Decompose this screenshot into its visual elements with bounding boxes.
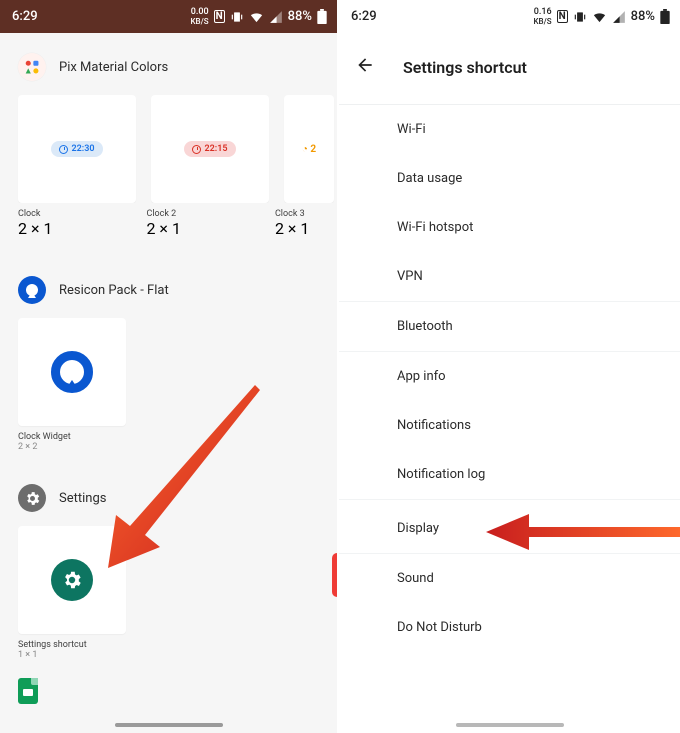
vibrate-icon xyxy=(230,10,244,24)
scroll-indicator xyxy=(332,553,337,597)
widget-clock-2[interactable]: 22:15 xyxy=(151,95,269,203)
wifi-icon xyxy=(592,9,607,24)
section-title: Settings xyxy=(59,491,106,506)
caption-clock-1: Clock 2 × 1 xyxy=(18,209,131,238)
battery-icon xyxy=(317,9,327,24)
section-resicon[interactable]: Resicon Pack - Flat xyxy=(4,272,337,318)
title-row: Settings shortcut xyxy=(339,33,680,104)
status-bar-right: 6:29 0.16KB/S N 88% xyxy=(339,0,680,33)
item-wifi-hotspot[interactable]: Wi-Fi hotspot xyxy=(339,203,680,252)
item-dnd[interactable]: Do Not Disturb xyxy=(339,603,680,639)
left-screen: 6:29 0.00KB/S N 88% Pix Mate xyxy=(0,0,339,733)
slides-icon xyxy=(18,678,38,704)
battery-pct: 88% xyxy=(631,9,655,24)
section-title: Resicon Pack - Flat xyxy=(59,283,169,298)
status-icons: 0.16KB/S N 88% xyxy=(534,8,671,26)
settings-shortcut-icon xyxy=(51,559,93,601)
pix-material-icon xyxy=(18,53,46,81)
widget-picker-panel: Pix Material Colors 22:30 22:15 ◔ 2 xyxy=(4,33,337,733)
item-wifi[interactable]: Wi-Fi xyxy=(339,105,680,154)
caption-clock-3: Clock 3 2 × 1 xyxy=(275,209,323,238)
status-bar-left: 6:29 0.00KB/S N 88% xyxy=(0,0,337,33)
battery-pct: 88% xyxy=(288,9,312,24)
resicon-large-icon xyxy=(51,351,93,393)
widget-resicon-clock[interactable] xyxy=(18,318,126,426)
item-notifications[interactable]: Notifications xyxy=(339,401,680,450)
back-arrow-icon[interactable] xyxy=(355,55,375,80)
data-speed: 0.00KB/S xyxy=(191,8,209,26)
battery-icon xyxy=(660,9,670,24)
wifi-icon xyxy=(249,9,264,24)
data-speed: 0.16KB/S xyxy=(534,8,552,26)
signal-icon xyxy=(612,10,626,24)
nfc-icon: N xyxy=(557,10,568,23)
vibrate-icon xyxy=(573,10,587,24)
caption-clock-2: Clock 2 2 × 1 xyxy=(146,209,259,238)
right-screen: 6:29 0.16KB/S N 88% Settings shortcut Wi… xyxy=(339,0,680,733)
clock-icon xyxy=(59,145,68,154)
clock-pill-blue: 22:30 xyxy=(51,141,102,157)
item-vpn[interactable]: VPN xyxy=(339,252,680,301)
item-sound[interactable]: Sound xyxy=(339,554,680,603)
status-icons: 0.00KB/S N 88% xyxy=(191,8,328,26)
nav-handle[interactable] xyxy=(115,723,223,727)
section-slides-partial[interactable] xyxy=(4,678,337,704)
shortcut-list: Wi-Fi Data usage Wi-Fi hotspot VPN Bluet… xyxy=(339,105,680,639)
widget-clock-1[interactable]: 22:30 xyxy=(18,95,136,203)
caption-resicon: Clock Widget 2 × 2 xyxy=(4,426,337,452)
clock-icon-partial: ◔ 2 xyxy=(302,144,316,155)
item-app-info[interactable]: App info xyxy=(339,352,680,401)
section-pix-material[interactable]: Pix Material Colors xyxy=(4,49,337,95)
resicon-pack-icon xyxy=(18,276,46,304)
section-settings[interactable]: Settings xyxy=(4,480,337,526)
nfc-icon: N xyxy=(214,10,225,23)
widget-settings-shortcut[interactable] xyxy=(18,526,126,634)
item-notification-log[interactable]: Notification log xyxy=(339,450,680,499)
clock-icon xyxy=(192,145,201,154)
item-bluetooth[interactable]: Bluetooth xyxy=(339,302,680,351)
item-display[interactable]: Display xyxy=(339,504,680,553)
clock-pill-red: 22:15 xyxy=(184,141,235,157)
item-data-usage[interactable]: Data usage xyxy=(339,154,680,203)
signal-icon xyxy=(269,10,283,24)
nav-handle[interactable] xyxy=(456,723,564,727)
caption-settings-shortcut: Settings shortcut 1 × 1 xyxy=(4,634,337,660)
widget-clock-3[interactable]: ◔ 2 xyxy=(284,95,334,203)
page-title: Settings shortcut xyxy=(403,58,527,77)
section-title: Pix Material Colors xyxy=(59,60,168,75)
status-time: 6:29 xyxy=(12,9,38,24)
status-time: 6:29 xyxy=(351,9,377,24)
settings-icon xyxy=(18,484,46,512)
